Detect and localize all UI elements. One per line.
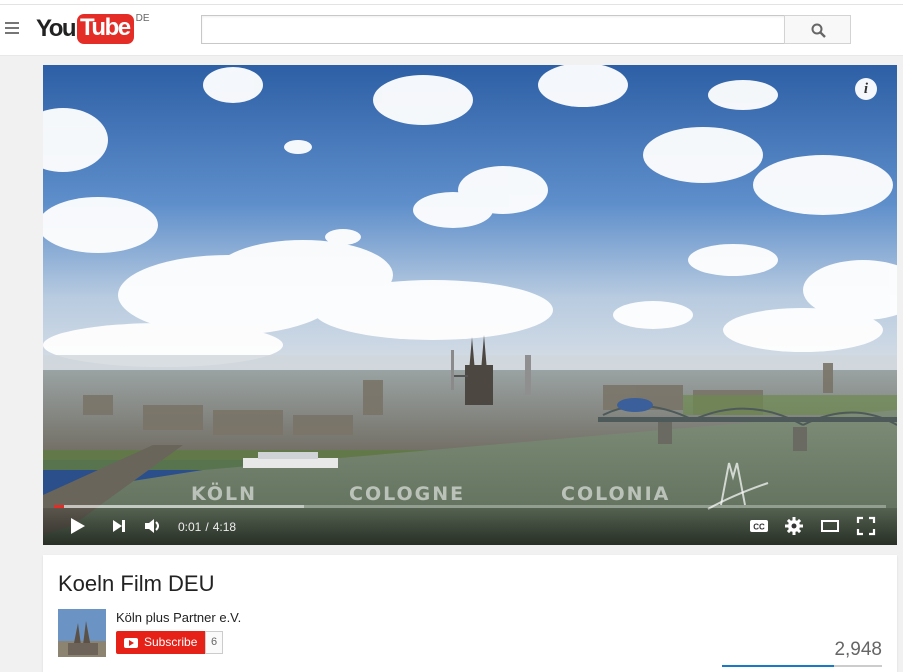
- hamburger-icon-bar: [5, 27, 19, 29]
- hamburger-icon-bar: [5, 32, 19, 34]
- search-icon: [811, 23, 826, 38]
- time-display: 0:01/4:18: [178, 520, 236, 534]
- youtube-logo[interactable]: You Tube DE: [36, 13, 150, 44]
- volume-icon[interactable]: [143, 516, 163, 536]
- logo-you-text: You: [36, 15, 77, 42]
- search-input[interactable]: [201, 15, 785, 44]
- hamburger-icon-bar: [5, 22, 19, 24]
- cc-icon[interactable]: CC: [749, 516, 769, 536]
- svg-text:CC: CC: [753, 523, 765, 532]
- theater-mode-icon[interactable]: [820, 516, 840, 536]
- region-code: DE: [135, 13, 150, 24]
- logo-tube-text: Tube: [77, 14, 134, 44]
- video-player[interactable]: i KÖLN COLOGNE COLONIA 0:01/4:18 CC: [43, 65, 897, 545]
- subscribe-label: Subscribe: [144, 635, 198, 649]
- current-time: 0:01: [178, 520, 202, 534]
- overlay-word: COLONIA: [561, 483, 671, 505]
- like-ratio-bar: [722, 665, 882, 667]
- time-separator: /: [205, 520, 209, 534]
- guide-menu-button[interactable]: [5, 22, 19, 34]
- subscribe-button[interactable]: Subscribe: [116, 631, 206, 654]
- channel-avatar[interactable]: [58, 609, 106, 657]
- video-info-card: Koeln Film DEU Köln plus Partner e.V. Su…: [43, 555, 897, 672]
- fullscreen-icon[interactable]: [856, 516, 876, 536]
- video-title: Koeln Film DEU: [58, 571, 215, 596]
- avatar-image: [58, 609, 106, 657]
- overlay-word: COLOGNE: [349, 483, 466, 505]
- subscriber-count: 6: [205, 631, 224, 654]
- info-icon[interactable]: i: [855, 78, 877, 100]
- play-icon[interactable]: [67, 516, 87, 536]
- masthead: You Tube DE: [0, 0, 903, 56]
- search-button[interactable]: [784, 15, 851, 44]
- channel-name[interactable]: Köln plus Partner e.V.: [116, 610, 241, 625]
- gear-icon[interactable]: [784, 516, 804, 536]
- like-ratio-fill: [722, 665, 834, 667]
- view-count: 2,948: [834, 639, 882, 660]
- video-frame: [43, 65, 897, 545]
- youtube-play-icon: [124, 637, 138, 648]
- duration: 4:18: [212, 520, 237, 534]
- player-controls: 0:01/4:18 CC: [43, 508, 897, 545]
- next-icon[interactable]: [109, 516, 129, 536]
- top-divider: [0, 4, 903, 5]
- overlay-word: KÖLN: [191, 483, 258, 505]
